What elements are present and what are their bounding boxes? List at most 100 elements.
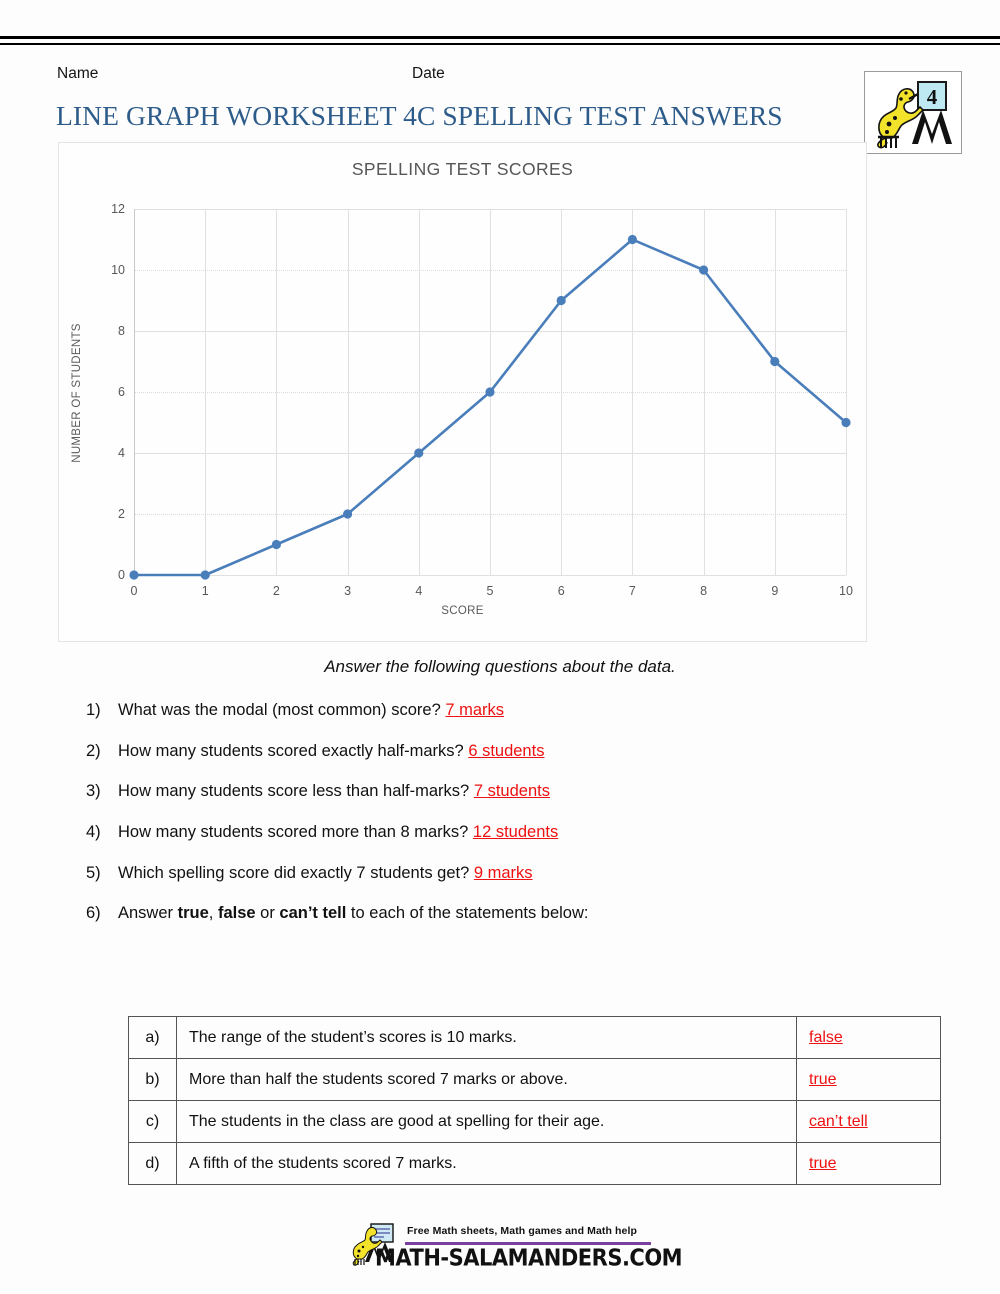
data-point xyxy=(770,356,780,367)
y-tick-label: 8 xyxy=(118,324,125,338)
question-answer: 6 students xyxy=(468,741,545,760)
question-text: How many students score less than half-m… xyxy=(118,782,474,801)
statements-table: a) The range of the student’s scores is … xyxy=(128,1016,941,1185)
question-number: 4) xyxy=(86,822,101,841)
questions-list: 1) What was the modal (most common) score… xyxy=(86,700,946,944)
y-axis-label: NUMBER OF STUDENTS xyxy=(71,323,83,463)
math-salamanders-logo: 4 xyxy=(864,71,962,154)
data-point xyxy=(841,417,851,428)
table-row: a) The range of the student’s scores is … xyxy=(128,1016,941,1059)
statement-answer: true xyxy=(809,1070,837,1088)
statement-letter: d) xyxy=(128,1142,177,1185)
x-tick-label: 8 xyxy=(700,584,708,598)
question6-tail: to each of the statements below: xyxy=(346,904,589,923)
data-point xyxy=(129,570,139,580)
statement-text: The range of the student’s scores is 10 … xyxy=(176,1016,797,1059)
data-point xyxy=(271,539,281,550)
data-point xyxy=(485,387,495,397)
footer-inner: Free Math sheets, Math games and Math he… xyxy=(349,1220,683,1278)
question-item: 5) Which spelling score did exactly 7 stu… xyxy=(86,863,946,884)
header-row: Name Date 4 xyxy=(0,57,1000,154)
question-text: How many students scored exactly half-ma… xyxy=(118,741,469,760)
question-number: 3) xyxy=(86,782,101,801)
question-text: What was the modal (most common) score? xyxy=(118,701,446,719)
date-label: Date xyxy=(412,65,445,82)
question-text: How many students scored more than 8 mar… xyxy=(118,822,473,841)
statement-letter: c) xyxy=(128,1100,177,1143)
question-item: 2) How many students scored exactly half-… xyxy=(86,741,946,762)
table-row: b) More than half the students scored 7 … xyxy=(128,1058,941,1101)
question-item: 4) How many students scored more than 8 m… xyxy=(86,822,946,843)
x-tick-label: 3 xyxy=(344,584,352,598)
question-answer: 7 students xyxy=(473,782,550,801)
plot-area: 0 2 4 6 8 10 12 0 1 2 3 4 5 6 7 8 9 10 xyxy=(111,202,853,598)
x-tick-label: 10 xyxy=(839,584,853,598)
instruction-text: Answer the following questions about the… xyxy=(324,657,676,676)
x-tick-label: 2 xyxy=(272,584,280,598)
page-footer: Free Math sheets, Math games and Math he… xyxy=(0,1220,1000,1290)
badge-number: 4 xyxy=(927,85,938,109)
question-item: 1) What was the modal (most common) score… xyxy=(86,700,946,721)
salamander-logo-icon: 4 xyxy=(865,72,961,153)
chart-container: SPELLING TEST SCORES NUMBER OF STUDENTS … xyxy=(58,142,867,642)
y-tick-label: 6 xyxy=(118,385,125,399)
statement-letter: a) xyxy=(128,1016,177,1059)
gridline-horizontal xyxy=(134,575,846,576)
table-row: d) A fifth of the students scored 7 mark… xyxy=(128,1142,941,1185)
question-answer: 7 marks xyxy=(445,701,505,719)
statement-answer-cell: false xyxy=(796,1016,941,1059)
worksheet-page: Name Date 4 LINE GRAPH WORKSHEET 4C SPEL… xyxy=(0,45,1000,1271)
y-tick-label: 4 xyxy=(118,446,125,460)
line-series xyxy=(129,234,851,580)
question-answer: 12 students xyxy=(472,822,559,841)
x-tick-label: 9 xyxy=(771,584,779,598)
name-label: Name xyxy=(57,65,99,82)
data-point xyxy=(414,448,424,458)
question-item: 3) How many students score less than half… xyxy=(86,781,946,802)
question-number: 2) xyxy=(86,741,101,760)
question-number: 6) xyxy=(86,904,101,923)
page-title: LINE GRAPH WORKSHEET 4C SPELLING TEST AN… xyxy=(56,100,783,131)
y-tick-label: 12 xyxy=(111,202,125,216)
statement-answer: can’t tell xyxy=(809,1112,868,1130)
y-tick-label: 2 xyxy=(118,507,125,521)
table-row: c) The students in the class are good at… xyxy=(128,1100,941,1143)
data-point xyxy=(627,234,637,245)
question-text: Which spelling score did exactly 7 stude… xyxy=(118,863,474,882)
statement-letter: b) xyxy=(128,1058,177,1101)
x-tick-label: 6 xyxy=(557,584,565,598)
statement-answer-cell: true xyxy=(796,1142,941,1185)
question-number: 1) xyxy=(86,701,101,719)
statement-answer-cell: true xyxy=(796,1058,941,1101)
x-tick-label: 4 xyxy=(415,584,423,598)
data-point xyxy=(200,570,210,580)
question6-sep1: , xyxy=(208,904,218,923)
chart-title: SPELLING TEST SCORES xyxy=(351,159,574,179)
y-tick-label: 10 xyxy=(111,263,125,277)
x-axis-label: SCORE xyxy=(441,605,484,617)
x-tick-label: 5 xyxy=(486,584,494,598)
statement-text: The students in the class are good at sp… xyxy=(176,1100,797,1143)
data-point xyxy=(556,295,566,306)
statement-text: More than half the students scored 7 mar… xyxy=(176,1058,797,1101)
statement-answer: true xyxy=(809,1154,837,1172)
y-tick-label: 0 xyxy=(118,568,125,582)
statement-answer-cell: can’t tell xyxy=(796,1100,941,1143)
question-answer: 9 marks xyxy=(473,863,533,882)
statement-text: A fifth of the students scored 7 marks. xyxy=(176,1142,797,1185)
x-tick-label: 0 xyxy=(130,584,138,598)
footer-tagline: Free Math sheets, Math games and Math he… xyxy=(407,1225,637,1237)
question6-bold-cant-tell: can’t tell xyxy=(279,904,347,923)
question6-bold-false: false xyxy=(217,904,256,923)
question-number: 5) xyxy=(86,863,101,882)
question6-sep2: or xyxy=(255,904,280,923)
data-point xyxy=(343,509,353,519)
statement-answer: false xyxy=(809,1028,843,1046)
page-top-rule xyxy=(0,36,1000,45)
gridline-vertical xyxy=(846,209,847,575)
data-point xyxy=(699,265,709,275)
question6-lead: Answer xyxy=(118,904,178,923)
question-item-6: 6) Answer true, false or can’t tell to ea… xyxy=(86,903,946,924)
x-tick-label: 1 xyxy=(201,584,209,598)
x-tick-label: 7 xyxy=(628,584,636,598)
